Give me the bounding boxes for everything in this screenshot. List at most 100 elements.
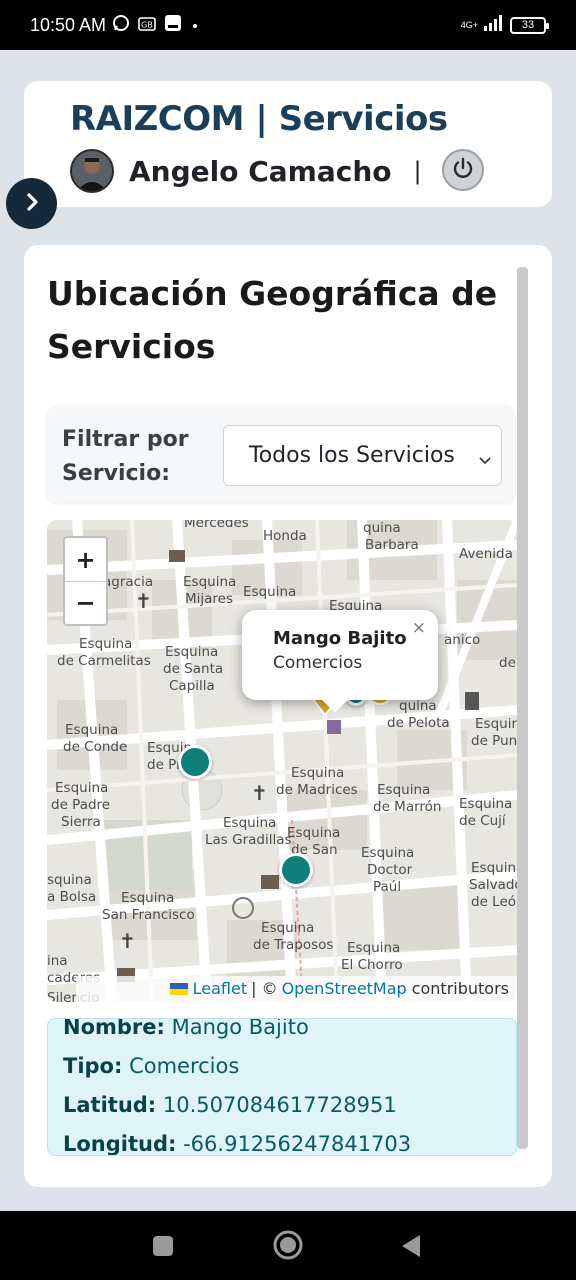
avatar[interactable] <box>70 149 114 193</box>
map-label: Esquina <box>377 782 431 798</box>
map-label: Paúl <box>373 879 402 895</box>
home-icon[interactable] <box>272 1229 304 1265</box>
svg-text:GB: GB <box>141 20 153 29</box>
svg-text:✝: ✝ <box>135 589 152 613</box>
map-label: Salvador <box>469 877 517 893</box>
map-label: Esquina <box>79 636 133 652</box>
chevron-down-icon <box>474 448 492 473</box>
service-details: Nombre: Mango Bajito Tipo: Comercios Lat… <box>47 1018 517 1156</box>
status-bar: 10:50 AM GB 4G+ 33 <box>0 0 576 50</box>
detail-name: Nombre: Mango Bajito <box>63 1019 309 1039</box>
sidebar-toggle-button[interactable] <box>6 178 57 229</box>
popup-subtitle: Comercios <box>273 653 363 673</box>
chevron-right-icon <box>21 191 43 217</box>
map-label: quina <box>363 520 401 536</box>
filter-selected-value: Todos los Servicios <box>249 443 455 468</box>
status-time: 10:50 AM <box>30 14 107 35</box>
map-label: de Punce <box>471 733 517 749</box>
map-label: Las Gradillas <box>205 832 292 848</box>
map-label: Capilla <box>169 678 215 694</box>
map-label: de Traposos <box>253 937 334 953</box>
map-label: agracia <box>103 574 154 590</box>
map-label: Esquin <box>475 716 517 732</box>
user-name: Angelo Camacho <box>129 154 392 188</box>
svg-text:✝: ✝ <box>119 929 136 953</box>
gb-icon: GB <box>138 16 156 35</box>
separator: | <box>413 157 422 185</box>
map-label: de Padre <box>51 797 111 813</box>
map-label: Esquina <box>261 920 315 936</box>
app-title: RAIZCOM | Servicios <box>70 99 448 139</box>
map-attribution: Leaflet | © OpenStreetMap contributors <box>75 976 517 1002</box>
filter-label: Filtrar por Servicio: <box>62 427 189 486</box>
map-label: Esquina <box>165 644 219 660</box>
map-label: de Santa <box>163 661 224 677</box>
map-label: Mijares <box>185 591 234 607</box>
zoom-out-button[interactable]: − <box>65 581 106 624</box>
detail-type-value: Comercios <box>129 1054 240 1078</box>
map-marker[interactable] <box>178 745 212 779</box>
sim-icon <box>164 14 182 36</box>
svg-text:✝: ✝ <box>251 781 268 805</box>
map-label: Doctor <box>367 862 413 878</box>
map-label: de Pelota <box>387 715 450 731</box>
map-label: Honda <box>263 528 307 544</box>
attribution-separator: | © <box>251 979 278 998</box>
header-card: RAIZCOM | Servicios Angelo Camacho | <box>24 81 552 207</box>
map-label: de Madrices <box>276 782 358 798</box>
map-label: Esquina <box>459 796 513 812</box>
user-row: Angelo Camacho | <box>70 149 422 193</box>
detail-type: Tipo: Comercios <box>63 1054 239 1078</box>
map-label: Esquina <box>347 940 401 956</box>
filter-panel: Filtrar por Servicio: Todos los Servicio… <box>47 405 515 503</box>
system-nav-bar <box>0 1211 576 1280</box>
map-label: Barbara <box>365 537 419 553</box>
map-label: Esquina <box>471 860 517 876</box>
map[interactable]: ✝ ✝ ✝ Mercedes Honda quina Barbara Aveni… <box>47 520 517 1002</box>
detail-latitude-label: Latitud: <box>63 1093 157 1117</box>
popup-close-button[interactable]: × <box>412 618 426 638</box>
map-label: Esquina <box>183 574 237 590</box>
map-label: quina <box>399 698 437 714</box>
map-label: Avenida <box>459 546 513 562</box>
zoom-in-button[interactable]: + <box>65 538 106 581</box>
map-marker[interactable] <box>279 853 313 887</box>
map-popup: Mango Bajito Comercios × <box>242 610 438 713</box>
map-label: Esquina <box>55 780 109 796</box>
map-label: El Chorro <box>341 957 403 973</box>
page-title: Ubicación Geográfica de Servicios <box>47 274 498 366</box>
ukraine-flag-icon <box>169 982 188 995</box>
leaflet-link[interactable]: Leaflet <box>193 979 247 998</box>
content-card: Ubicación Geográfica de Servicios Filtra… <box>24 245 552 1187</box>
openstreetmap-link[interactable]: OpenStreetMap <box>282 979 407 998</box>
signal-icon <box>484 15 504 35</box>
power-icon <box>451 156 475 184</box>
detail-longitude-label: Longitud: <box>63 1132 177 1156</box>
map-label: Esquina <box>243 584 297 600</box>
map-label: de Cují <box>459 813 506 829</box>
dot-icon <box>190 16 200 35</box>
map-label: de Conde <box>63 739 128 755</box>
detail-latitude-value: 10.507084617728951 <box>162 1093 397 1117</box>
map-label: Esquina <box>223 815 277 831</box>
map-label: de Marrón <box>373 799 442 815</box>
zoom-control: + − <box>63 536 108 626</box>
map-label: squina <box>47 872 92 888</box>
back-icon[interactable] <box>398 1233 424 1263</box>
recents-icon[interactable] <box>151 1234 175 1262</box>
map-label: Esquina <box>65 722 119 738</box>
map-label: Esquina <box>121 890 175 906</box>
scrollbar[interactable] <box>517 267 528 1149</box>
map-label: a Bolsa <box>47 889 97 905</box>
network-type: 4G+ <box>460 19 478 30</box>
map-label: de León <box>471 894 517 910</box>
battery-icon: 33 <box>510 16 549 34</box>
detail-latitude: Latitud: 10.507084617728951 <box>63 1093 397 1117</box>
logout-button[interactable] <box>442 149 484 191</box>
detail-longitude: Longitud: -66.91256247841703 <box>63 1132 411 1156</box>
service-filter-select[interactable]: Todos los Servicios <box>223 425 502 486</box>
map-label: Esquina <box>287 825 341 841</box>
map-label: Esquina <box>361 845 415 861</box>
map-label: Sierra <box>61 814 101 830</box>
map-label: Mercedes <box>184 520 249 531</box>
